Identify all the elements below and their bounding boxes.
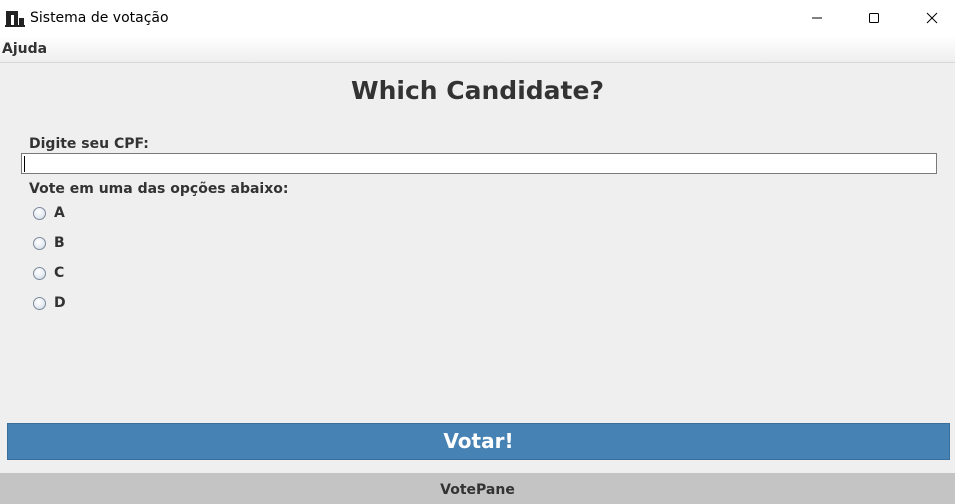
option-label: C: [54, 265, 65, 281]
radio-button-icon: [33, 236, 46, 250]
option-label: D: [54, 295, 66, 311]
close-icon: [926, 12, 938, 24]
minimize-icon: [812, 17, 822, 19]
text-caret: [24, 156, 25, 172]
option-d-radio[interactable]: D: [33, 294, 66, 312]
radio-button-icon: [33, 266, 46, 280]
cpf-label: Digite seu CPF:: [29, 136, 149, 152]
maximize-button[interactable]: [851, 0, 897, 36]
option-b-radio[interactable]: B: [33, 234, 65, 252]
page-title: Which Candidate?: [351, 76, 604, 105]
option-label: B: [54, 235, 65, 251]
minimize-button[interactable]: [794, 0, 840, 36]
menu-item-ajuda[interactable]: Ajuda: [2, 36, 47, 62]
vote-pane-tab[interactable]: VotePane: [0, 473, 955, 504]
vote-submit-button[interactable]: Votar!: [7, 423, 950, 460]
menu-bar: Ajuda: [0, 36, 955, 63]
app-icon: [5, 11, 25, 27]
option-c-radio[interactable]: C: [33, 264, 64, 282]
radio-button-icon: [33, 206, 46, 220]
app-window: Sistema de votação Ajuda Which Candidate…: [0, 0, 955, 504]
radio-button-icon: [33, 296, 46, 310]
cpf-input[interactable]: [21, 153, 937, 174]
window-title: Sistema de votação: [30, 10, 169, 26]
close-button[interactable]: [909, 0, 955, 36]
vote-options-label: Vote em uma das opções abaixo:: [29, 181, 289, 197]
title-bar[interactable]: Sistema de votação: [0, 0, 955, 36]
maximize-icon: [869, 13, 879, 23]
option-a-radio[interactable]: A: [33, 204, 65, 222]
option-label: A: [54, 205, 65, 221]
